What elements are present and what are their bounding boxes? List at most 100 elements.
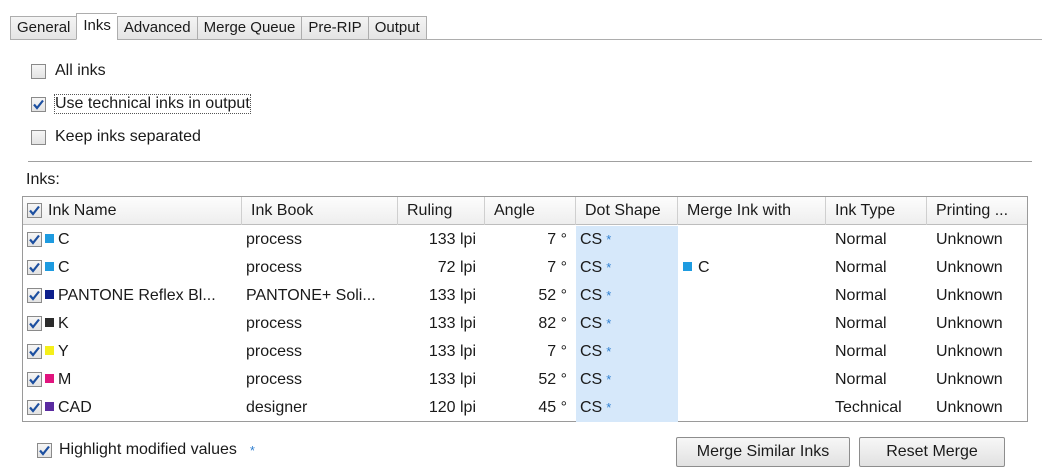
dot-shape-cell[interactable]: CS * — [576, 254, 678, 282]
tab-merge-queue[interactable]: Merge Queue — [196, 16, 302, 40]
all-inks-option[interactable]: All inks — [31, 62, 106, 80]
angle-cell[interactable]: 45 ° — [485, 394, 576, 422]
ink-book-cell[interactable]: PANTONE+ Soli... — [242, 282, 398, 310]
ink-row-checkbox[interactable] — [27, 232, 42, 248]
header-dot-shape[interactable]: Dot Shape — [576, 197, 678, 225]
ink-book-cell[interactable]: designer — [242, 394, 398, 422]
use-technical-inks-option[interactable]: Use technical inks in output — [31, 94, 251, 114]
ruling-cell[interactable]: 72 lpi — [398, 254, 485, 282]
ink-type-cell[interactable]: Normal — [826, 310, 927, 338]
header-ink-name[interactable]: Ink Name — [23, 197, 242, 225]
ink-book-cell[interactable]: process — [242, 226, 398, 254]
ink-type-cell[interactable]: Normal — [826, 282, 927, 310]
ruling-cell[interactable]: 133 lpi — [398, 226, 485, 254]
tab-pre-rip[interactable]: Pre-RIP — [301, 16, 368, 40]
header-merge-ink-with[interactable]: Merge Ink with — [678, 197, 826, 225]
ink-book-cell[interactable]: process — [242, 338, 398, 366]
ink-table: Ink Name Ink Book Ruling Angle Dot Shape… — [22, 196, 1028, 422]
ruling-cell[interactable]: 133 lpi — [398, 366, 485, 394]
ink-row[interactable]: Cprocess 72 lpi 7 ° CS * C Normal Unknown — [23, 254, 1027, 282]
reset-merge-button[interactable]: Reset Merge — [859, 437, 1005, 467]
use-technical-inks-checkbox[interactable] — [31, 96, 46, 112]
dot-shape-cell[interactable]: CS * — [576, 310, 678, 338]
highlight-modified-checkbox[interactable] — [37, 442, 52, 458]
dot-shape-cell[interactable]: CS * — [576, 338, 678, 366]
merge-ink-cell[interactable] — [678, 310, 826, 338]
ink-type-cell[interactable]: Normal — [826, 254, 927, 282]
ink-row-checkbox[interactable] — [27, 288, 42, 304]
ink-type-cell[interactable]: Technical — [826, 394, 927, 422]
merge-ink-cell[interactable] — [678, 394, 826, 422]
ink-row[interactable]: CAD designer 120 lpi 45 ° CS * Technical Unknow… — [23, 394, 1027, 422]
ink-row-checkbox[interactable] — [27, 316, 42, 332]
ruling-cell[interactable]: 133 lpi — [398, 338, 485, 366]
ink-row-checkbox[interactable] — [27, 400, 42, 416]
ink-name-cell[interactable]: C — [23, 254, 242, 282]
printing-cell[interactable]: Unknown — [927, 282, 1029, 310]
ink-row[interactable]: Cprocess 133 lpi 7 ° CS * Normal Unknown — [23, 226, 1027, 254]
merge-ink-cell[interactable] — [678, 282, 826, 310]
header-angle[interactable]: Angle — [485, 197, 576, 225]
header-ink-type[interactable]: Ink Type — [826, 197, 927, 225]
tab-inks[interactable]: Inks — [76, 13, 117, 40]
dot-shape-cell[interactable]: CS * — [576, 282, 678, 310]
ink-book-cell[interactable]: process — [242, 366, 398, 394]
ink-type-cell[interactable]: Normal — [826, 338, 927, 366]
ink-color-swatch — [45, 374, 54, 384]
tab-general[interactable]: General — [10, 16, 77, 40]
modified-marker: * — [606, 344, 612, 359]
printing-cell[interactable]: Unknown — [927, 394, 1029, 422]
ink-type-cell[interactable]: Normal — [826, 366, 927, 394]
angle-cell[interactable]: 82 ° — [485, 310, 576, 338]
ink-row[interactable]: PANTONE Reflex Bl... PANTONE+ Soli... 133 … — [23, 282, 1027, 310]
angle-cell[interactable]: 52 ° — [485, 282, 576, 310]
ink-row-checkbox[interactable] — [27, 260, 42, 276]
tab-output[interactable]: Output — [367, 16, 427, 40]
checkmark-icon — [29, 375, 40, 385]
highlight-modified-option[interactable]: Highlight modified values * — [37, 441, 255, 459]
ink-name-cell[interactable]: K — [23, 310, 242, 338]
dot-shape-cell[interactable]: CS * — [576, 394, 678, 422]
merge-similar-inks-button[interactable]: Merge Similar Inks — [676, 437, 850, 467]
ink-row[interactable]: Kprocess 133 lpi 82 ° CS * Normal Unknown — [23, 310, 1027, 338]
ink-row[interactable]: Yprocess 133 lpi 7 ° CS * Normal Unknown — [23, 338, 1027, 366]
ink-name-cell[interactable]: C — [23, 226, 242, 254]
all-inks-checkbox[interactable] — [31, 63, 46, 79]
merge-ink-cell[interactable] — [678, 366, 826, 394]
checkmark-icon — [29, 235, 40, 245]
ink-type-cell[interactable]: Normal — [826, 226, 927, 254]
printing-cell[interactable]: Unknown — [927, 254, 1029, 282]
printing-cell[interactable]: Unknown — [927, 338, 1029, 366]
ink-row-checkbox[interactable] — [27, 372, 42, 388]
header-ink-book[interactable]: Ink Book — [242, 197, 398, 225]
ink-book-cell[interactable]: process — [242, 310, 398, 338]
header-printing[interactable]: Printing ... — [927, 197, 1029, 225]
merge-ink-cell[interactable] — [678, 338, 826, 366]
angle-cell[interactable]: 7 ° — [485, 226, 576, 254]
ink-row-checkbox[interactable] — [27, 344, 42, 360]
printing-cell[interactable]: Unknown — [927, 366, 1029, 394]
dot-shape-cell[interactable]: CS * — [576, 226, 678, 254]
angle-cell[interactable]: 52 ° — [485, 366, 576, 394]
keep-inks-separated-option[interactable]: Keep inks separated — [31, 128, 201, 146]
ink-name-cell[interactable]: CAD — [23, 394, 242, 422]
ruling-cell[interactable]: 120 lpi — [398, 394, 485, 422]
select-all-checkbox[interactable] — [27, 203, 42, 219]
merge-ink-cell[interactable] — [678, 226, 826, 254]
ink-name-cell[interactable]: PANTONE Reflex Bl... — [23, 282, 242, 310]
ink-book-cell[interactable]: process — [242, 254, 398, 282]
tab-advanced[interactable]: Advanced — [116, 16, 197, 40]
header-ruling[interactable]: Ruling — [398, 197, 485, 225]
printing-cell[interactable]: Unknown — [927, 226, 1029, 254]
ruling-cell[interactable]: 133 lpi — [398, 282, 485, 310]
ruling-cell[interactable]: 133 lpi — [398, 310, 485, 338]
merge-ink-cell[interactable]: C — [678, 254, 826, 282]
ink-name-cell[interactable]: Y — [23, 338, 242, 366]
ink-row[interactable]: Mprocess 133 lpi 52 ° CS * Normal Unknown — [23, 366, 1027, 394]
dot-shape-cell[interactable]: CS * — [576, 366, 678, 394]
printing-cell[interactable]: Unknown — [927, 310, 1029, 338]
angle-cell[interactable]: 7 ° — [485, 254, 576, 282]
keep-inks-separated-checkbox[interactable] — [31, 129, 46, 145]
ink-name-cell[interactable]: M — [23, 366, 242, 394]
angle-cell[interactable]: 7 ° — [485, 338, 576, 366]
